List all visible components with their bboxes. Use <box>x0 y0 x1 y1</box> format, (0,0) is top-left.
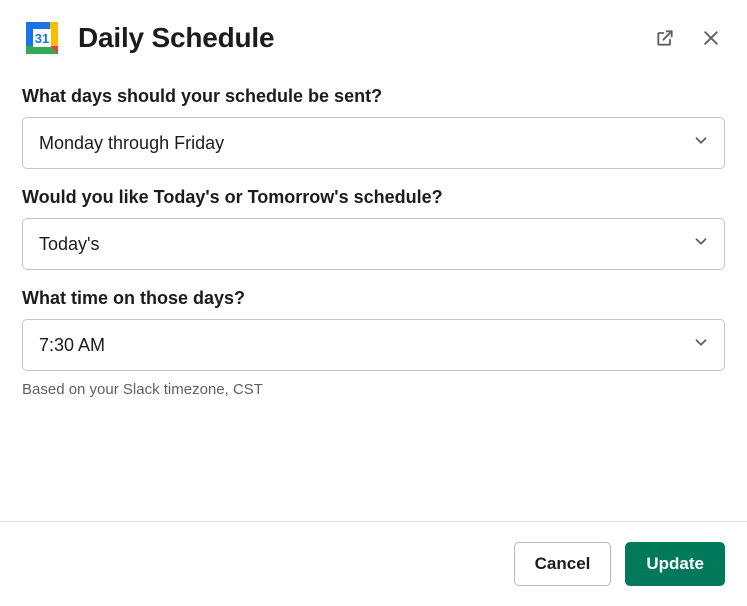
google-calendar-icon: 31 <box>22 18 62 58</box>
modal-body: What days should your schedule be sent? … <box>0 66 747 521</box>
time-label: What time on those days? <box>22 288 725 309</box>
modal-title: Daily Schedule <box>78 22 651 54</box>
open-external-icon[interactable] <box>651 24 679 52</box>
days-select-value: Monday through Friday <box>39 133 224 154</box>
days-select[interactable]: Monday through Friday <box>22 117 725 169</box>
modal-header: 31 Daily Schedule <box>0 0 747 66</box>
which-label: Would you like Today's or Tomorrow's sch… <box>22 187 725 208</box>
days-label: What days should your schedule be sent? <box>22 86 725 107</box>
chevron-down-icon <box>692 233 710 256</box>
time-select[interactable]: 7:30 AM <box>22 319 725 371</box>
cancel-button[interactable]: Cancel <box>514 542 612 586</box>
header-actions <box>651 24 725 52</box>
svg-text:31: 31 <box>35 31 49 46</box>
chevron-down-icon <box>692 334 710 357</box>
modal-footer: Cancel Update <box>0 521 747 606</box>
which-select-value: Today's <box>39 234 99 255</box>
daily-schedule-modal: 31 Daily Schedule What days should your … <box>0 0 747 606</box>
timezone-helper: Based on your Slack timezone, CST <box>22 381 725 398</box>
which-select[interactable]: Today's <box>22 218 725 270</box>
chevron-down-icon <box>692 132 710 155</box>
update-button[interactable]: Update <box>625 542 725 586</box>
time-select-value: 7:30 AM <box>39 335 105 356</box>
close-icon[interactable] <box>697 24 725 52</box>
